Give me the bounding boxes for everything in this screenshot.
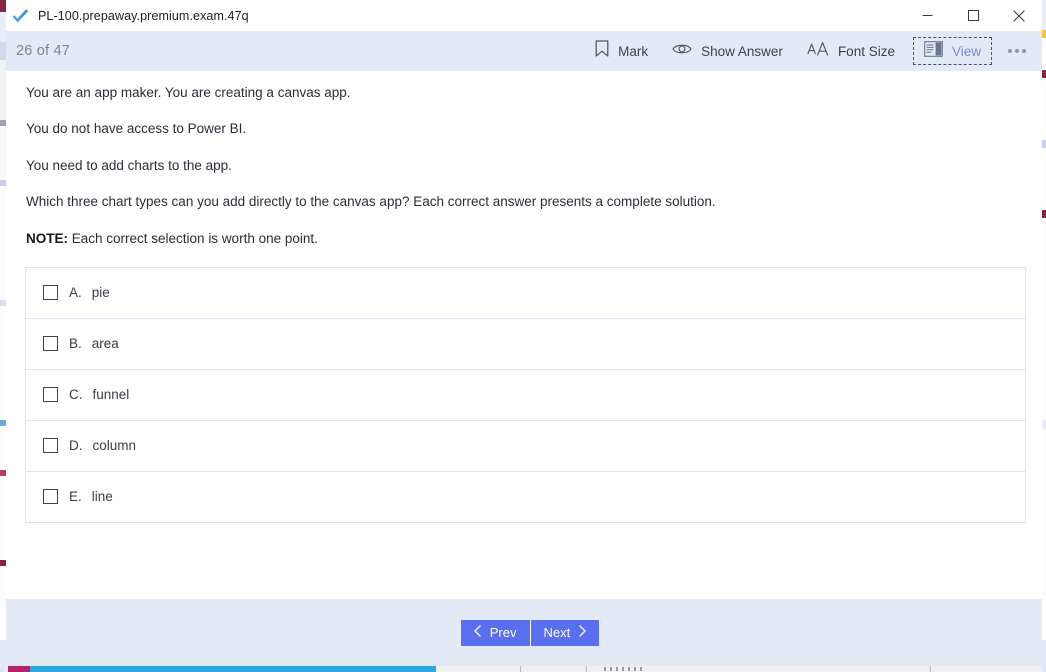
checkbox-icon[interactable] [43, 387, 58, 403]
window-controls [904, 0, 1042, 31]
taskbar-divider-2 [586, 666, 587, 672]
more-options-icon[interactable] [996, 36, 1038, 66]
eye-icon [672, 42, 692, 61]
taskbar-segment-blue [30, 666, 436, 672]
show-answer-button[interactable]: Show Answer [660, 37, 795, 65]
question-line: You need to add charts to the app. [26, 157, 232, 173]
chevron-left-icon [474, 625, 481, 640]
title-bar: PL-100.prepaway.premium.exam.47q [6, 0, 1042, 31]
view-pane-icon [924, 40, 943, 62]
mark-label: Mark [618, 43, 649, 59]
question-content: You are an app maker. You are creating a… [6, 71, 1042, 599]
taskbar-dots [604, 667, 644, 671]
background-window-right-sliver [1042, 0, 1046, 672]
font-size-label: Font Size [837, 43, 895, 59]
background-taskbar-strip [0, 666, 1046, 672]
checkbox-icon[interactable] [43, 438, 58, 454]
answer-option-c[interactable]: C. funnel [26, 369, 1025, 421]
note-label: NOTE: [26, 230, 68, 246]
view-button[interactable]: View [912, 37, 992, 65]
question-line: You are an app maker. You are creating a… [26, 85, 351, 100]
blue-check-icon [12, 7, 29, 24]
answer-text: area [91, 336, 119, 352]
prev-label: Prev [489, 625, 517, 640]
nav-button-group: Prev Next [460, 619, 600, 646]
answer-letter: E. [69, 489, 82, 505]
font-size-button[interactable]: Font Size [795, 37, 907, 65]
answer-letter: C. [69, 387, 83, 403]
bookmark-icon [595, 40, 609, 62]
exam-app-window: PL-100.prepaway.premium.exam.47q 26 of 4… [6, 0, 1042, 666]
note-text: Each correct selection is worth one poin… [68, 230, 318, 246]
taskbar-segment-pink [8, 666, 30, 672]
navigation-footer: Prev Next [6, 599, 1042, 666]
answer-option-e[interactable]: E. line [26, 471, 1025, 523]
view-label: View [951, 43, 981, 59]
answer-text: funnel [92, 387, 130, 403]
chevron-right-icon [579, 625, 586, 640]
answer-option-d[interactable]: D. column [26, 420, 1025, 472]
maximize-icon[interactable] [950, 0, 996, 31]
show-answer-label: Show Answer [701, 43, 783, 59]
question-stem: You are an app maker. You are creating a… [6, 71, 1042, 247]
question-counter: 26 of 47 [16, 43, 71, 59]
answer-letter: B. [69, 336, 82, 352]
question-note: NOTE: Each correct selection is worth on… [26, 231, 1022, 248]
question-line: Which three chart types can you add dire… [26, 194, 716, 210]
next-button[interactable]: Next [530, 619, 600, 646]
answer-options-list: A. pie B. area C. funnel D. column E. li… [25, 266, 1026, 523]
font-size-icon [807, 41, 829, 62]
answer-option-b[interactable]: B. area [26, 318, 1025, 370]
toolbar: 26 of 47 Mark Show Answer Font Size View [6, 31, 1042, 71]
checkbox-icon[interactable] [43, 336, 58, 352]
answer-letter: D. [69, 438, 83, 454]
prev-button[interactable]: Prev [460, 619, 531, 646]
checkbox-icon[interactable] [43, 285, 58, 301]
mark-button[interactable]: Mark [583, 37, 660, 65]
answer-text: line [91, 489, 113, 505]
window-title: PL-100.prepaway.premium.exam.47q [38, 8, 249, 23]
minimize-icon[interactable] [904, 0, 950, 31]
next-label: Next [543, 625, 571, 640]
answer-option-a[interactable]: A. pie [26, 267, 1025, 319]
answer-text: column [92, 438, 137, 454]
answer-text: pie [91, 285, 110, 301]
checkbox-icon[interactable] [43, 489, 58, 505]
taskbar-divider-3 [930, 666, 931, 672]
question-line: You do not have access to Power BI. [26, 121, 247, 137]
answer-letter: A. [69, 285, 82, 301]
toolbar-actions: Mark Show Answer Font Size View [583, 31, 1042, 71]
taskbar-divider-1 [520, 666, 521, 672]
close-icon[interactable] [996, 0, 1042, 31]
